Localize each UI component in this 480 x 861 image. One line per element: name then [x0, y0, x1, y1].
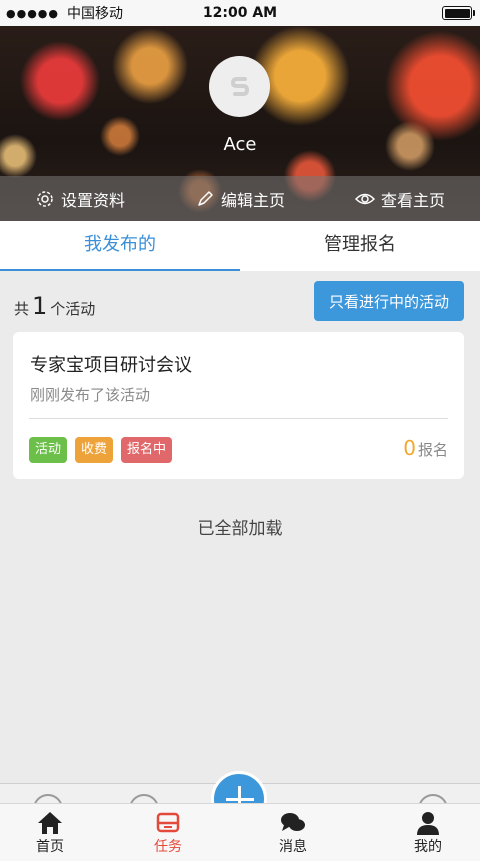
signup-number: 0 [403, 436, 416, 460]
home-icon [38, 812, 62, 834]
activity-title: 专家宝项目研讨会议 [30, 355, 192, 376]
avatar-placeholder-icon [230, 76, 249, 96]
carrier-name: 中国移动 [67, 6, 123, 22]
bottom-tab-bar: 首页 任务 消息 我的 [0, 803, 480, 861]
tag-activity: 活动 [29, 437, 68, 463]
tabbar-label-messages: 消息 [279, 839, 307, 855]
signal-indicator: ●●●●● [6, 6, 59, 20]
activity-card[interactable]: 专家宝项目研讨会议 刚刚发布了该活动 活动 收费 报名中 0 报名 [13, 332, 464, 479]
eye-icon [354, 193, 375, 204]
count-prefix: 共 [14, 300, 30, 318]
ongoing-filter-button[interactable]: 只看进行中的活动 [314, 281, 464, 321]
signup-label: 报名 [417, 441, 448, 459]
load-status: 已全部加载 [197, 519, 283, 539]
tabbar-label-task: 任务 [154, 839, 182, 855]
tabbar-item-task[interactable]: 任务 [138, 810, 198, 856]
tabbar-item-profile[interactable]: 我的 [398, 810, 458, 856]
tabbar-label-profile: 我的 [414, 839, 442, 855]
count-number: 1 [32, 292, 48, 320]
message-icon [281, 813, 305, 831]
tab-my-published[interactable]: 我发布的 [0, 221, 240, 271]
pen-icon [198, 190, 213, 206]
tag-registering: 报名中 [121, 437, 173, 463]
activity-count: 共 1 个活动 [14, 292, 95, 320]
username: Ace [223, 134, 257, 155]
gear-icon [37, 190, 53, 207]
battery-icon [442, 6, 475, 20]
content-tabs: 我发布的 管理报名 [0, 221, 480, 271]
view-homepage-button[interactable]: 查看主页 [354, 187, 445, 211]
profile-header: Ace 设置资料 编辑主页 查看主页 [0, 26, 480, 221]
tab-manage-signups[interactable]: 管理报名 [240, 221, 480, 271]
settings-profile-button[interactable]: 设置资料 [35, 187, 125, 211]
tag-paid: 收费 [75, 437, 114, 463]
edit-homepage-label: 编辑主页 [220, 190, 285, 210]
edit-homepage-button[interactable]: 编辑主页 [195, 187, 285, 211]
activity-status-text: 刚刚发布了该活动 [30, 386, 151, 404]
signup-count: 0 报名 [403, 436, 448, 460]
user-icon [417, 812, 439, 835]
activity-tags: 活动 收费 报名中 [29, 437, 173, 463]
tabbar-item-home[interactable]: 首页 [20, 810, 80, 856]
card-divider [29, 418, 448, 419]
tabbar-label-home: 首页 [36, 839, 64, 855]
count-suffix: 个活动 [50, 300, 96, 318]
status-bar: ●●●●● 中国移动 12:00 AM [0, 0, 480, 26]
task-icon [156, 812, 180, 833]
tabbar-item-messages[interactable]: 消息 [263, 810, 323, 856]
view-homepage-label: 查看主页 [380, 190, 445, 210]
profile-actions: 设置资料 编辑主页 查看主页 [0, 176, 480, 221]
settings-profile-label: 设置资料 [60, 190, 125, 210]
avatar[interactable] [209, 56, 270, 117]
